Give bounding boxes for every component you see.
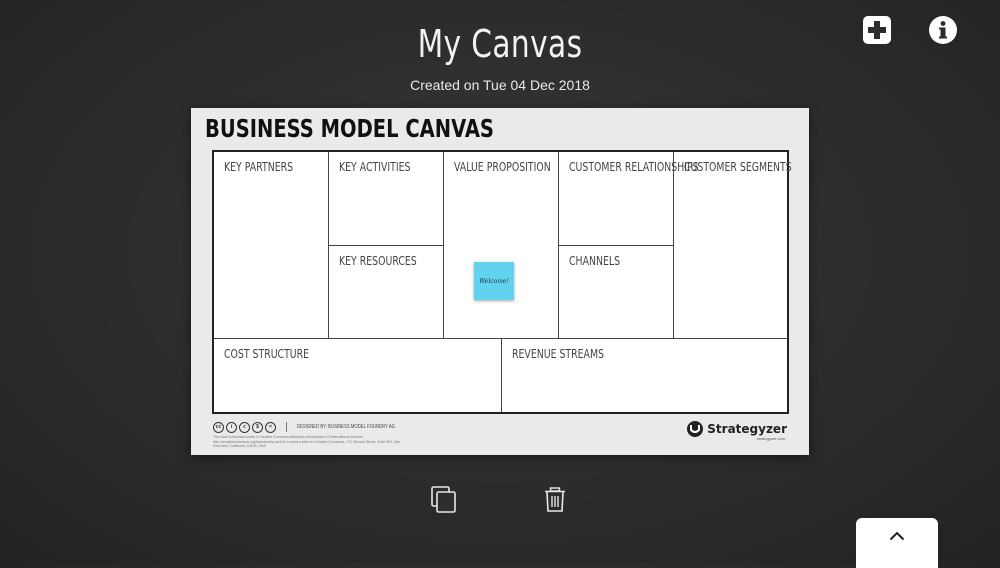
brand-url: strategyzer.com [756, 436, 785, 441]
block-label: KEY PARTNERS [224, 160, 294, 174]
brand-name: Strategyzer [707, 422, 787, 436]
block-customer-relationships[interactable]: CUSTOMER RELATIONSHIPS [559, 152, 699, 246]
add-button[interactable] [863, 16, 891, 44]
sticky-note-text: Welcome! [479, 277, 509, 285]
noderivs-icon: = [265, 421, 276, 433]
block-label: KEY ACTIVITIES [339, 160, 411, 174]
block-key-activities[interactable]: KEY ACTIVITIES [329, 152, 444, 246]
canvas-grid: KEY PARTNERS KEY ACTIVITIES KEY RESOURCE… [212, 150, 792, 414]
license-badges: cc i c $ = DESIGNED BY: BUSINESS MODEL F… [213, 421, 412, 433]
block-revenue-streams[interactable]: REVENUE STREAMS [502, 339, 787, 412]
block-channels[interactable]: CHANNELS [559, 246, 674, 339]
info-icon [929, 16, 957, 44]
chevron-up-icon [889, 531, 905, 541]
block-value-proposition[interactable]: VALUE PROPOSITION [444, 152, 559, 339]
block-label: KEY RESOURCES [339, 254, 417, 268]
block-label: COST STRUCTURE [224, 347, 310, 361]
plus-icon [863, 16, 891, 44]
duplicate-button[interactable] [431, 486, 457, 514]
strategyzer-icon [687, 421, 704, 437]
delete-button[interactable] [542, 486, 568, 514]
drawer-toggle[interactable] [856, 518, 938, 568]
block-label: REVENUE STREAMS [512, 347, 604, 361]
block-key-resources[interactable]: KEY RESOURCES [329, 246, 444, 339]
trash-icon [545, 487, 565, 512]
designed-by: DESIGNED BY: BUSINESS MODEL FOUNDRY AG [297, 424, 395, 430]
page-title: My Canvas [417, 22, 583, 66]
block-label: VALUE PROPOSITION [454, 160, 551, 174]
footer-divider [286, 422, 287, 432]
sharealike-icon: c [239, 421, 250, 433]
noncommercial-icon: $ [252, 421, 263, 433]
sticky-note[interactable]: Welcome! [474, 262, 514, 300]
block-key-partners[interactable]: KEY PARTNERS [214, 152, 329, 339]
duplicate-icon [431, 486, 456, 513]
created-date: Created on Tue 04 Dec 2018 [410, 77, 590, 93]
canvas-preview[interactable]: BUSINESS MODEL CANVAS KEY PARTNERS KEY A… [191, 108, 809, 455]
info-button[interactable] [929, 16, 957, 44]
license-text: This work is licensed under a Creative C… [213, 435, 401, 448]
block-customer-segments[interactable]: CUSTOMER SEGMENTS [674, 152, 792, 339]
attribution-icon: i [226, 421, 237, 433]
canvas-heading: BUSINESS MODEL CANVAS [205, 114, 494, 143]
block-label: CHANNELS [569, 254, 621, 268]
block-label: CUSTOMER SEGMENTS [684, 160, 792, 174]
block-cost-structure[interactable]: COST STRUCTURE [214, 339, 502, 412]
cc-icon: cc [213, 421, 224, 433]
